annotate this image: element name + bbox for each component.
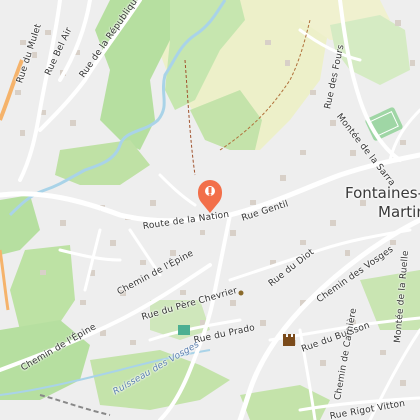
map-view[interactable]: Rue du Mulet Rue Bel Air Rue de la Répub…	[0, 0, 420, 420]
map-pin-marker[interactable]	[198, 180, 222, 214]
viewpoint-icon	[238, 290, 244, 296]
town-name-line2: Martin	[378, 203, 420, 221]
castle-icon	[283, 334, 295, 346]
school-icon	[178, 325, 190, 335]
town-name-line1: Fontaines-S	[345, 184, 420, 202]
